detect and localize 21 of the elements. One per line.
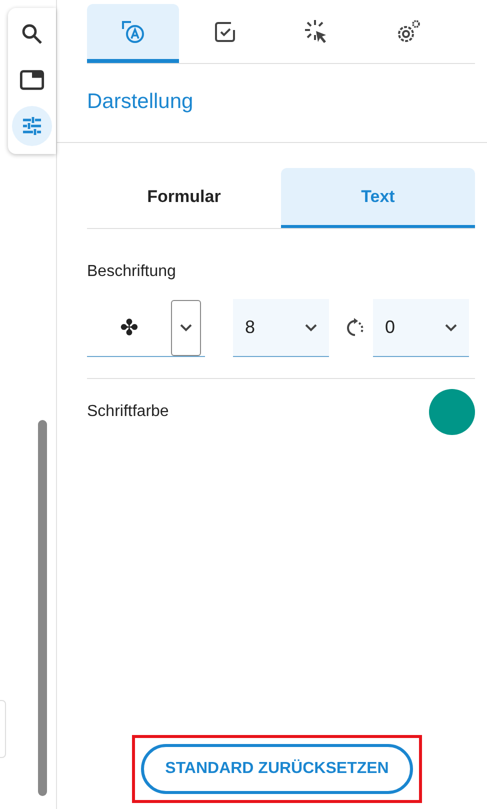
- symbol-select[interactable]: ✤: [87, 299, 205, 357]
- angle-select[interactable]: 0: [373, 299, 469, 357]
- caret-icon: [305, 324, 317, 332]
- reset-button[interactable]: STANDARD ZURÜCKSETZEN: [141, 744, 413, 794]
- search-icon: [20, 22, 44, 46]
- caret-icon: [180, 324, 192, 332]
- segment-tab[interactable]: Formular: [87, 168, 281, 228]
- window-icon: [19, 67, 45, 93]
- checkbox-icon: [213, 20, 237, 44]
- caret-icon: [445, 324, 457, 332]
- settings-icon: [396, 18, 422, 44]
- color-swatch[interactable]: [429, 389, 475, 435]
- sliders-tool-button[interactable]: [12, 106, 52, 146]
- sliders-icon: [20, 114, 44, 138]
- text-style-icon: [120, 18, 146, 44]
- label-heading: Beschriftung: [87, 263, 177, 281]
- font-color-label: Schriftfarbe: [87, 403, 169, 421]
- section-title: Darstellung: [87, 89, 194, 115]
- rotation-icon: [345, 318, 365, 338]
- size-select[interactable]: 8: [233, 299, 329, 357]
- scrollbar[interactable]: [38, 420, 47, 796]
